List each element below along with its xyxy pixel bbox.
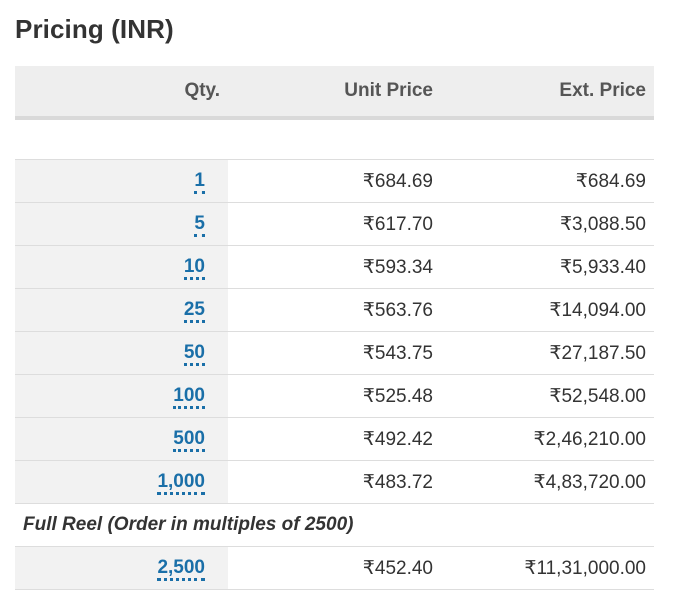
qty-link[interactable]: 50 bbox=[183, 342, 205, 366]
qty-link[interactable]: 2,500 bbox=[157, 557, 205, 581]
unit-price-cell: ₹452.40 bbox=[228, 546, 441, 590]
price-row: 1,000 ₹483.72 ₹4,83,720.00 bbox=[15, 460, 654, 504]
price-row: 25 ₹563.76 ₹14,094.00 bbox=[15, 288, 654, 332]
qty-cell: 5 bbox=[15, 202, 228, 246]
qty-link[interactable]: 500 bbox=[173, 428, 205, 452]
qty-link[interactable]: 100 bbox=[173, 385, 205, 409]
ext-price-cell: ₹27,187.50 bbox=[441, 331, 654, 375]
ext-price-cell: ₹11,31,000.00 bbox=[441, 546, 654, 590]
ext-price-cell: ₹52,548.00 bbox=[441, 374, 654, 418]
qty-link[interactable]: 5 bbox=[194, 213, 205, 237]
qty-cell: 1 bbox=[15, 159, 228, 203]
full-reel-group-row: Full Reel (Order in multiples of 2500) bbox=[15, 503, 654, 547]
column-header-ext-price: Ext. Price bbox=[441, 66, 654, 120]
qty-link[interactable]: 1,000 bbox=[157, 471, 205, 495]
unit-price-cell: ₹543.75 bbox=[228, 331, 441, 375]
price-row: 2,500 ₹452.40 ₹11,31,000.00 bbox=[15, 546, 654, 590]
qty-link[interactable]: 25 bbox=[183, 299, 205, 323]
qty-link[interactable]: 10 bbox=[183, 256, 205, 280]
qty-cell: 50 bbox=[15, 331, 228, 375]
qty-link[interactable]: 1 bbox=[194, 170, 205, 194]
price-row: 10 ₹593.34 ₹5,933.40 bbox=[15, 245, 654, 289]
ext-price-cell: ₹5,933.40 bbox=[441, 245, 654, 289]
full-reel-label: Full Reel (Order in multiples of 2500) bbox=[15, 503, 654, 547]
qty-cell: 25 bbox=[15, 288, 228, 332]
price-row: 50 ₹543.75 ₹27,187.50 bbox=[15, 331, 654, 375]
ext-price-cell: ₹3,088.50 bbox=[441, 202, 654, 246]
qty-cell: 10 bbox=[15, 245, 228, 289]
qty-cell: 100 bbox=[15, 374, 228, 418]
header-spacer-row bbox=[15, 118, 654, 160]
price-row: 100 ₹525.48 ₹52,548.00 bbox=[15, 374, 654, 418]
ext-price-cell: ₹4,83,720.00 bbox=[441, 460, 654, 504]
ext-price-cell: ₹2,46,210.00 bbox=[441, 417, 654, 461]
pricing-table: Qty. Unit Price Ext. Price 1 ₹684.69 ₹68… bbox=[15, 66, 654, 590]
price-row: 5 ₹617.70 ₹3,088.50 bbox=[15, 202, 654, 246]
table-header: Qty. Unit Price Ext. Price bbox=[15, 66, 654, 120]
unit-price-cell: ₹617.70 bbox=[228, 202, 441, 246]
unit-price-cell: ₹563.76 bbox=[228, 288, 441, 332]
unit-price-cell: ₹483.72 bbox=[228, 460, 441, 504]
page-title: Pricing (INR) bbox=[15, 14, 174, 44]
unit-price-cell: ₹492.42 bbox=[228, 417, 441, 461]
column-header-qty: Qty. bbox=[15, 66, 228, 120]
ext-price-cell: ₹14,094.00 bbox=[441, 288, 654, 332]
unit-price-cell: ₹525.48 bbox=[228, 374, 441, 418]
column-header-unit-price: Unit Price bbox=[228, 66, 441, 120]
qty-cell: 2,500 bbox=[15, 546, 228, 590]
price-row: 1 ₹684.69 ₹684.69 bbox=[15, 159, 654, 203]
qty-cell: 1,000 bbox=[15, 460, 228, 504]
unit-price-cell: ₹593.34 bbox=[228, 245, 441, 289]
qty-cell: 500 bbox=[15, 417, 228, 461]
unit-price-cell: ₹684.69 bbox=[228, 159, 441, 203]
price-row: 500 ₹492.42 ₹2,46,210.00 bbox=[15, 417, 654, 461]
ext-price-cell: ₹684.69 bbox=[441, 159, 654, 203]
